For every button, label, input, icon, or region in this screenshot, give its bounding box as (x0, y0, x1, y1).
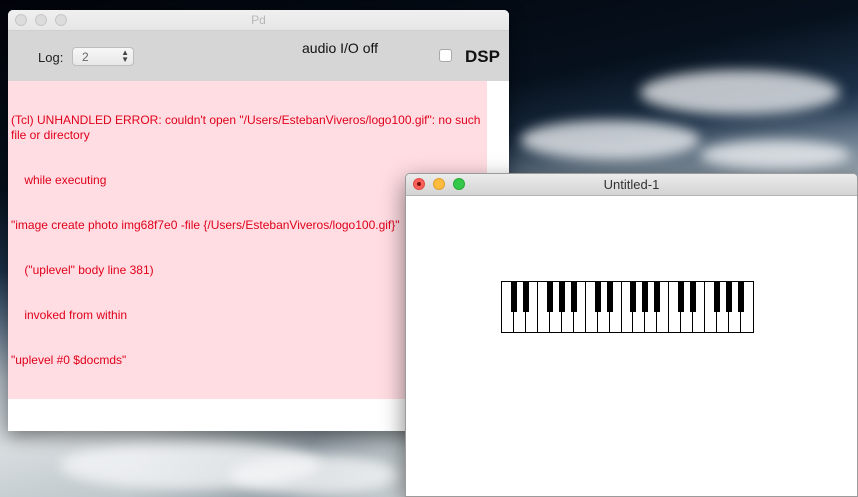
window-title: Untitled-1 (603, 177, 660, 192)
black-key[interactable] (546, 282, 553, 312)
black-key[interactable] (510, 282, 517, 312)
pd-titlebar[interactable]: Pd (8, 10, 509, 31)
black-key[interactable] (558, 282, 565, 312)
black-key[interactable] (570, 282, 577, 312)
black-key[interactable] (630, 282, 637, 312)
piano-keyboard[interactable] (501, 281, 754, 333)
pd-toolbar: Log: 2 ▲ ▼ audio I/O off DSP (8, 31, 509, 81)
dsp-checkbox[interactable] (439, 49, 452, 62)
black-key[interactable] (642, 282, 649, 312)
log-label: Log: (38, 50, 64, 65)
log-level-select[interactable]: 2 ▲ ▼ (72, 47, 134, 66)
black-key[interactable] (726, 282, 733, 312)
audio-status: audio I/O off (302, 40, 379, 56)
black-key[interactable] (522, 282, 529, 312)
console-line: (Tcl) UNHANDLED ERROR: couldn't open "/U… (11, 113, 484, 142)
black-key[interactable] (594, 282, 601, 312)
black-key[interactable] (714, 282, 721, 312)
black-key[interactable] (606, 282, 613, 312)
dsp-label: DSP (465, 47, 500, 66)
log-level-value: 2 (82, 50, 89, 64)
black-key[interactable] (690, 282, 697, 312)
black-key[interactable] (678, 282, 685, 312)
black-key[interactable] (738, 282, 745, 312)
window-title: Pd (251, 13, 266, 27)
patch-titlebar[interactable]: Untitled-1 (406, 174, 857, 196)
patch-window: Untitled-1 (405, 173, 858, 497)
stepper-arrows-icon: ▲ ▼ (121, 48, 129, 64)
black-key[interactable] (654, 282, 661, 312)
